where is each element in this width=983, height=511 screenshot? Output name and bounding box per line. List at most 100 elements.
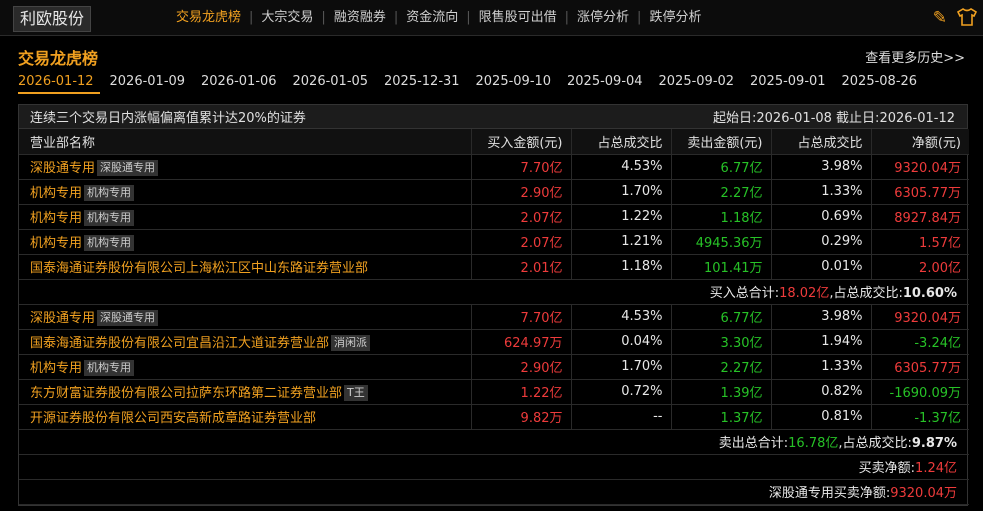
col-header-seat: 营业部名称 <box>19 129 472 155</box>
col-header-sell-pct: 占总成交比 <box>771 129 872 155</box>
net-amount-cell: 1.57亿 <box>871 229 969 255</box>
nav-item-margin[interactable]: 融资融券 <box>326 9 394 27</box>
hk-net-value: 9320.04万 <box>890 486 957 501</box>
buy-amount-cell: 9.82万 <box>471 404 572 430</box>
date-tab[interactable]: 2025-09-10 <box>476 72 568 94</box>
seat-tag[interactable]: 消闲派 <box>331 335 371 352</box>
seat-name-cell: 深股通专用 深股通专用 <box>19 154 472 180</box>
pencil-icon[interactable]: ✎ <box>933 8 947 31</box>
sell-amount-cell: 6.77亿 <box>671 154 772 180</box>
nav-item-limit-up[interactable]: 涨停分析 <box>569 9 637 27</box>
seat-name-link[interactable]: 机构专用 <box>30 236 82 251</box>
nav-item-limit-down[interactable]: 跌停分析 <box>641 9 709 27</box>
more-history-link[interactable]: 查看更多历史>> <box>865 47 965 66</box>
buy-amount-cell: 1.22亿 <box>471 379 572 405</box>
sell-pct-cell: 0.81% <box>771 404 872 430</box>
sell-pct-cell: 3.98% <box>771 304 872 330</box>
net-amount-cell: 2.00亿 <box>871 254 969 280</box>
seat-name-cell: 国泰海通证券股份有限公司上海松江区中山东路证券营业部 <box>19 254 472 280</box>
table-row: 深股通专用 深股通专用 7.70亿 4.53% 6.77亿 3.98% 9320.04万 <box>19 304 969 330</box>
table-row: 机构专用 机构专用 2.90亿 1.70% 2.27亿 1.33% 6305.77万 <box>19 354 969 380</box>
seat-tag[interactable]: 深股通专用 <box>97 160 159 177</box>
sell-pct-cell: 1.94% <box>771 329 872 355</box>
date-tab[interactable]: 2025-12-31 <box>384 72 476 94</box>
seat-tag[interactable]: 深股通专用 <box>97 310 159 327</box>
seat-tag[interactable]: 机构专用 <box>84 235 135 252</box>
table-row: 机构专用 机构专用 2.07亿 1.21% 4945.36万 0.29% 1.57亿 <box>19 229 969 255</box>
col-header-net: 净额(元) <box>871 129 969 155</box>
sell-pct-cell: 3.98% <box>771 154 872 180</box>
seat-name-cell: 机构专用 机构专用 <box>19 229 472 255</box>
seat-tag[interactable]: T王 <box>344 385 368 402</box>
seat-name-link[interactable]: 国泰海通证券股份有限公司上海松江区中山东路证券营业部 <box>30 261 368 276</box>
seat-name-link[interactable]: 深股通专用 <box>30 161 95 176</box>
seat-tag[interactable]: 机构专用 <box>84 210 135 227</box>
sell-amount-cell: 2.27亿 <box>671 179 772 205</box>
seat-name-cell: 机构专用 机构专用 <box>19 354 472 380</box>
sell-pct-cell: 1.33% <box>771 354 872 380</box>
date-tab[interactable]: 2025-09-04 <box>567 72 659 94</box>
seat-name-link[interactable]: 机构专用 <box>30 186 82 201</box>
nav-item-lendable[interactable]: 限售股可出借 <box>471 9 565 27</box>
sell-amount-cell: 6.77亿 <box>671 304 772 330</box>
table-caption: 连续三个交易日内涨幅偏离值累计达20%的证券 起始日:2026-01-08 截止… <box>19 105 967 129</box>
date-tab[interactable]: 2026-01-05 <box>293 72 385 94</box>
buy-amount-cell: 2.01亿 <box>471 254 572 280</box>
net-amount-cell: -1690.09万 <box>871 379 969 405</box>
hk-net-cell: 深股通专用买卖净额:9320.04万 <box>19 479 969 505</box>
seat-name-link[interactable]: 机构专用 <box>30 211 82 226</box>
nav-item-block-trade[interactable]: 大宗交易 <box>253 9 321 27</box>
table-row: 机构专用 机构专用 2.90亿 1.70% 2.27亿 1.33% 6305.77万 <box>19 179 969 205</box>
buy-pct-cell: 1.22% <box>571 204 672 230</box>
sell-total-section: 卖出总合计:16.78亿,占总成交比:9.87% 买卖净额:1.24亿 深股通专… <box>19 429 969 505</box>
sell-pct-cell: 0.82% <box>771 379 872 405</box>
seat-tag[interactable]: 机构专用 <box>84 360 135 377</box>
date-tab[interactable]: 2026-01-12 <box>18 72 100 94</box>
sell-amount-cell: 101.41万 <box>671 254 772 280</box>
date-tab[interactable]: 2026-01-06 <box>201 72 293 94</box>
tshirt-icon[interactable] <box>956 8 978 31</box>
table-row: 国泰海通证券股份有限公司宜昌沿江大道证券营业部 消闲派 624.97万 0.04% 3.… <box>19 329 969 355</box>
sell-total-ratio: 9.87% <box>911 436 957 451</box>
table-row: 国泰海通证券股份有限公司上海松江区中山东路证券营业部 2.01亿 1.18% 101.… <box>19 254 969 280</box>
table-row: 东方财富证券股份有限公司拉萨东环路第二证券营业部 T王 1.22亿 0.72% 1.39… <box>19 379 969 405</box>
nav-item-fund-flow[interactable]: 资金流向 <box>398 9 466 27</box>
seat-name-link[interactable]: 东方财富证券股份有限公司拉萨东环路第二证券营业部 <box>30 386 342 401</box>
date-tab[interactable]: 2025-09-02 <box>659 72 751 94</box>
stock-name: 利欧股份 <box>13 6 92 32</box>
seat-name-link[interactable]: 开源证券股份有限公司西安高新成章路证券营业部 <box>30 411 316 426</box>
table-row: 开源证券股份有限公司西安高新成章路证券营业部 9.82万 -- 1.37亿 0.81% -… <box>19 404 969 430</box>
hk-net-row: 深股通专用买卖净额:9320.04万 <box>19 479 969 505</box>
date-tab[interactable]: 2026-01-09 <box>110 72 202 94</box>
seat-tag[interactable]: 机构专用 <box>84 185 135 202</box>
net-total-cell: 买卖净额:1.24亿 <box>19 454 969 480</box>
nav-item-dragon-tiger[interactable]: 交易龙虎榜 <box>168 9 249 27</box>
buy-pct-cell: 1.21% <box>571 229 672 255</box>
net-total-row: 买卖净额:1.24亿 <box>19 454 969 480</box>
seat-name-cell: 东方财富证券股份有限公司拉萨东环路第二证券营业部 T王 <box>19 379 472 405</box>
nav-bar: 交易龙虎榜 | 大宗交易 | 融资融券 | 资金流向 | 限售股可出借 | 涨停分析 | 跌… <box>168 9 709 27</box>
sell-amount-cell: 4945.36万 <box>671 229 772 255</box>
caption-dates: 起始日:2026-01-08 截止日:2026-01-12 <box>713 111 955 126</box>
date-tab[interactable]: 2025-08-26 <box>842 72 934 94</box>
net-amount-cell: -3.24亿 <box>871 329 969 355</box>
dragon-tiger-table: 连续三个交易日内涨幅偏离值累计达20%的证券 起始日:2026-01-08 截止… <box>18 104 969 506</box>
table-row: 深股通专用 深股通专用 7.70亿 4.53% 6.77亿 3.98% 9320.04万 <box>19 154 969 180</box>
buy-total-row: 买入总合计:18.02亿,占总成交比:10.60% <box>19 279 969 305</box>
net-amount-cell: 8927.84万 <box>871 204 969 230</box>
buy-amount-cell: 7.70亿 <box>471 154 572 180</box>
sell-pct-cell: 0.69% <box>771 204 872 230</box>
buy-pct-cell: 1.18% <box>571 254 672 280</box>
seat-name-link[interactable]: 深股通专用 <box>30 311 95 326</box>
caption-reason: 连续三个交易日内涨幅偏离值累计达20%的证券 <box>30 111 306 126</box>
sell-total-value: 16.78亿 <box>788 436 839 451</box>
seat-name-link[interactable]: 机构专用 <box>30 361 82 376</box>
buy-pct-cell: 4.53% <box>571 154 672 180</box>
sell-amount-cell: 1.37亿 <box>671 404 772 430</box>
buy-amount-cell: 2.07亿 <box>471 204 572 230</box>
sell-pct-cell: 1.33% <box>771 179 872 205</box>
date-tab[interactable]: 2025-09-01 <box>750 72 842 94</box>
buy-amount-cell: 7.70亿 <box>471 304 572 330</box>
buy-amount-cell: 2.90亿 <box>471 354 572 380</box>
seat-name-link[interactable]: 国泰海通证券股份有限公司宜昌沿江大道证券营业部 <box>30 336 329 351</box>
